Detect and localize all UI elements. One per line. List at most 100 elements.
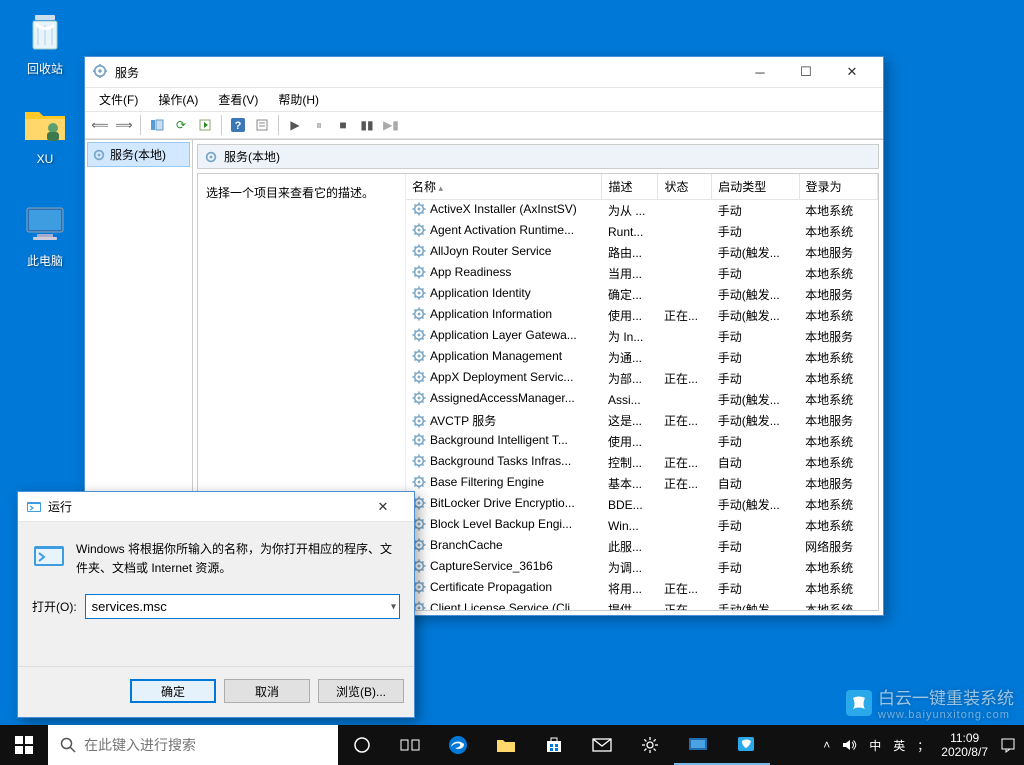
service-status: 正在... (658, 578, 712, 599)
service-row[interactable]: App Readiness当用...手动本地系统 (406, 263, 878, 284)
service-row[interactable]: BranchCache此服...手动网络服务 (406, 536, 878, 557)
service-row[interactable]: Agent Activation Runtime...Runt...手动本地系统 (406, 221, 878, 242)
taskbar-app-tool[interactable] (722, 725, 770, 765)
services-titlebar[interactable]: 服务 ─ ☐ ✕ (85, 57, 883, 87)
desktop-icon-this-pc[interactable]: 此电脑 (10, 200, 80, 269)
service-row[interactable]: Application Information使用...正在...手动(触发..… (406, 305, 878, 326)
toolbar-export[interactable] (194, 114, 216, 136)
desktop-icon-recycle-bin[interactable]: 回收站 (10, 8, 80, 77)
service-logon: 本地系统 (799, 452, 877, 473)
toolbar-show-hide-tree[interactable] (146, 114, 168, 136)
taskbar-edge[interactable] (434, 725, 482, 765)
tray-notifications-icon[interactable] (1000, 737, 1016, 753)
service-desc: 为通... (602, 347, 658, 368)
service-row[interactable]: Application Identity确定...手动(触发...本地服务 (406, 284, 878, 305)
tray-ime-lang[interactable]: 中 (869, 737, 881, 754)
service-desc: 此服... (602, 536, 658, 557)
service-row[interactable]: Client License Service (Cli...提供...正在...… (406, 599, 878, 610)
tray-clock[interactable]: 11:09 2020/8/7 (941, 731, 988, 760)
service-row[interactable]: AssignedAccessManager...Assi...手动(触发...本… (406, 389, 878, 410)
toolbar-forward[interactable]: ⟹ (113, 114, 135, 136)
service-row[interactable]: Block Level Backup Engi...Win...手动本地系统 (406, 515, 878, 536)
minimize-button[interactable]: ─ (737, 57, 783, 87)
service-row[interactable]: AllJoyn Router Service路由...手动(触发...本地服务 (406, 242, 878, 263)
service-row[interactable]: ActiveX Installer (AxInstSV)为从 ...手动本地系统 (406, 200, 878, 222)
taskbar-search[interactable] (48, 725, 338, 765)
service-desc: 当用... (602, 263, 658, 284)
service-status (658, 536, 712, 557)
taskbar-mail[interactable] (578, 725, 626, 765)
maximize-button[interactable]: ☐ (783, 57, 829, 87)
service-startup: 手动 (712, 326, 799, 347)
service-row[interactable]: Application Management为通...手动本地系统 (406, 347, 878, 368)
taskbar-store[interactable] (530, 725, 578, 765)
run-description: Windows 将根据你所输入的名称，为你打开相应的程序、文件夹、文档或 Int… (76, 540, 400, 578)
menu-action[interactable]: 操作(A) (150, 89, 206, 110)
services-toolbar: ⟸ ⟹ ⟳ ? ▶ ⏸ ■ ▮▮ ▶▮ (85, 111, 883, 139)
run-cancel-button[interactable]: 取消 (224, 679, 310, 703)
desktop-icon-label: XU (10, 152, 80, 166)
service-row[interactable]: AVCTP 服务这是...正在...手动(触发...本地服务 (406, 410, 878, 431)
toolbar-stop-service[interactable]: ■ (332, 114, 354, 136)
service-desc: Assi... (602, 389, 658, 410)
start-button[interactable] (0, 725, 48, 765)
tree-item-services-local[interactable]: 服务(本地) (87, 142, 190, 167)
desktop-icon-user-folder[interactable]: XU (10, 100, 80, 166)
menu-file[interactable]: 文件(F) (91, 89, 146, 110)
column-header-status[interactable]: 状态 (658, 174, 712, 200)
toolbar-help[interactable]: ? (227, 114, 249, 136)
service-row[interactable]: BitLocker Drive Encryptio...BDE...手动(触发.… (406, 494, 878, 515)
toolbar-back[interactable]: ⟸ (89, 114, 111, 136)
tray-ime-mode[interactable]: 英 (893, 737, 905, 754)
column-header-startup[interactable]: 启动类型 (712, 174, 799, 200)
taskbar-search-input[interactable] (84, 737, 326, 753)
service-row[interactable]: Certificate Propagation将用...正在...手动本地系统 (406, 578, 878, 599)
run-close-button[interactable]: ✕ (360, 492, 406, 522)
tray-volume-icon[interactable] (842, 738, 857, 752)
column-header-desc[interactable]: 描述 (602, 174, 658, 200)
menu-view[interactable]: 查看(V) (210, 89, 266, 110)
service-status: 正在... (658, 452, 712, 473)
run-browse-button[interactable]: 浏览(B)... (318, 679, 404, 703)
taskbar-explorer[interactable] (482, 725, 530, 765)
service-row[interactable]: Background Intelligent T...使用...手动本地系统 (406, 431, 878, 452)
toolbar-properties[interactable] (251, 114, 273, 136)
service-startup: 手动 (712, 578, 799, 599)
taskbar-taskview[interactable] (386, 725, 434, 765)
service-startup: 手动 (712, 515, 799, 536)
service-status (658, 221, 712, 242)
run-dialog-icon (32, 540, 66, 574)
service-row[interactable]: CaptureService_361b6为调...手动本地系统 (406, 557, 878, 578)
folder-user-icon (21, 100, 69, 148)
service-list[interactable]: 名称 描述 状态 启动类型 登录为 ActiveX Installer (AxI… (406, 174, 878, 610)
service-row[interactable]: Base Filtering Engine基本...正在...自动本地服务 (406, 473, 878, 494)
taskbar-app-services[interactable] (674, 725, 722, 765)
run-icon (26, 499, 42, 515)
column-header-name[interactable]: 名称 (406, 174, 602, 200)
list-pane-header: 服务(本地) (197, 144, 879, 169)
toolbar-resume-service[interactable]: ▶▮ (380, 114, 402, 136)
service-logon: 网络服务 (799, 536, 877, 557)
toolbar-pause-service[interactable]: ⏸ (308, 114, 330, 136)
service-logon: 本地系统 (799, 389, 877, 410)
toolbar-restart-service[interactable]: ▮▮ (356, 114, 378, 136)
service-status (658, 347, 712, 368)
toolbar-start-service[interactable]: ▶ (284, 114, 306, 136)
taskbar-settings[interactable] (626, 725, 674, 765)
service-row[interactable]: Application Layer Gatewa...为 In...手动本地服务 (406, 326, 878, 347)
service-row[interactable]: AppX Deployment Servic...为部...正在...手动本地系… (406, 368, 878, 389)
run-input[interactable] (85, 594, 400, 619)
service-name: AppX Deployment Servic... (406, 368, 602, 386)
service-row[interactable]: Background Tasks Infras...控制...正在...自动本地… (406, 452, 878, 473)
menu-help[interactable]: 帮助(H) (270, 89, 327, 110)
service-desc: BDE... (602, 494, 658, 515)
run-ok-button[interactable]: 确定 (130, 679, 216, 703)
column-header-logon[interactable]: 登录为 (799, 174, 877, 200)
service-name: BitLocker Drive Encryptio... (406, 494, 602, 512)
taskbar-cortana[interactable] (338, 725, 386, 765)
toolbar-refresh[interactable]: ⟳ (170, 114, 192, 136)
close-button[interactable]: ✕ (829, 57, 875, 87)
run-titlebar[interactable]: 运行 ✕ (18, 492, 414, 522)
tray-chevron-up-icon[interactable]: ˄ (823, 738, 830, 752)
tray-ime-punct[interactable]: ； (917, 737, 929, 754)
